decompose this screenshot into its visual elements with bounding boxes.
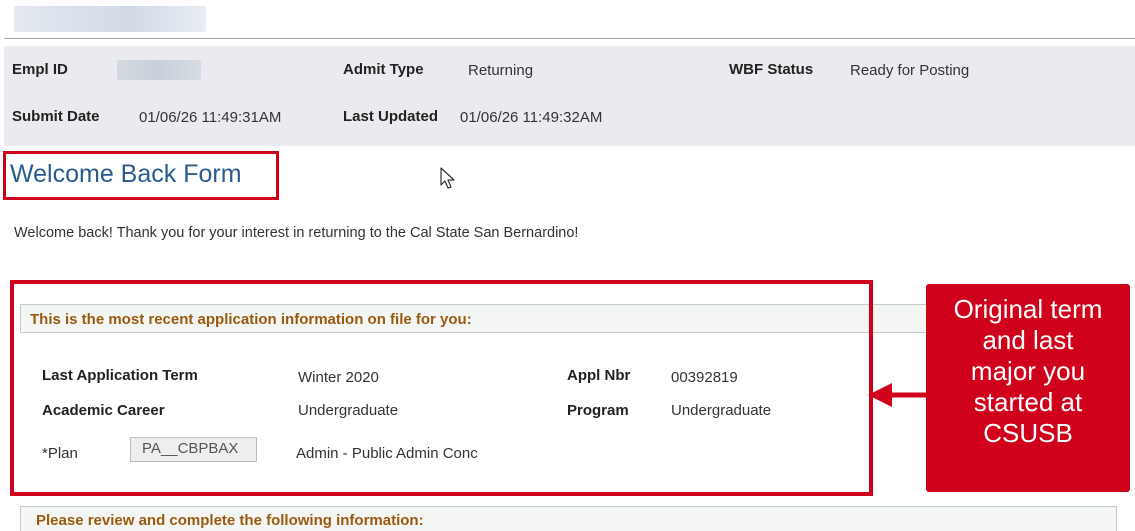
submit-date-value: 01/06/26 11:49:31AM <box>139 109 282 126</box>
application-info-highlight <box>10 280 873 496</box>
callout-line: Original term <box>953 294 1103 324</box>
last-updated-label: Last Updated <box>343 108 439 125</box>
wbf-status-value: Ready for Posting <box>850 62 970 79</box>
annotation-callout: Original term and last major you started… <box>926 284 1130 492</box>
admit-type-value: Returning <box>468 62 534 79</box>
redacted-empl-id <box>117 60 201 80</box>
callout-line: started at <box>973 387 1083 417</box>
welcome-message: Welcome back! Thank you for your interes… <box>14 225 579 241</box>
callout-line: major you <box>970 356 1086 386</box>
empl-id-label: Empl ID <box>12 61 68 78</box>
redacted-page-title <box>14 6 206 32</box>
wbf-status-label: WBF Status <box>729 61 814 78</box>
title-divider <box>4 38 1135 39</box>
mouse-pointer-icon <box>440 167 455 189</box>
submit-date-label: Submit Date <box>12 108 100 125</box>
callout-line: and last <box>982 325 1074 355</box>
review-heading: Please review and complete the following… <box>36 512 424 529</box>
student-header-panel: Empl ID Admit Type Returning WBF Status … <box>4 46 1135 146</box>
last-updated-value: 01/06/26 11:49:32AM <box>460 109 603 126</box>
admit-type-label: Admit Type <box>343 61 424 78</box>
callout-line: CSUSB <box>983 418 1073 448</box>
page-title: Welcome Back Form <box>10 160 242 188</box>
